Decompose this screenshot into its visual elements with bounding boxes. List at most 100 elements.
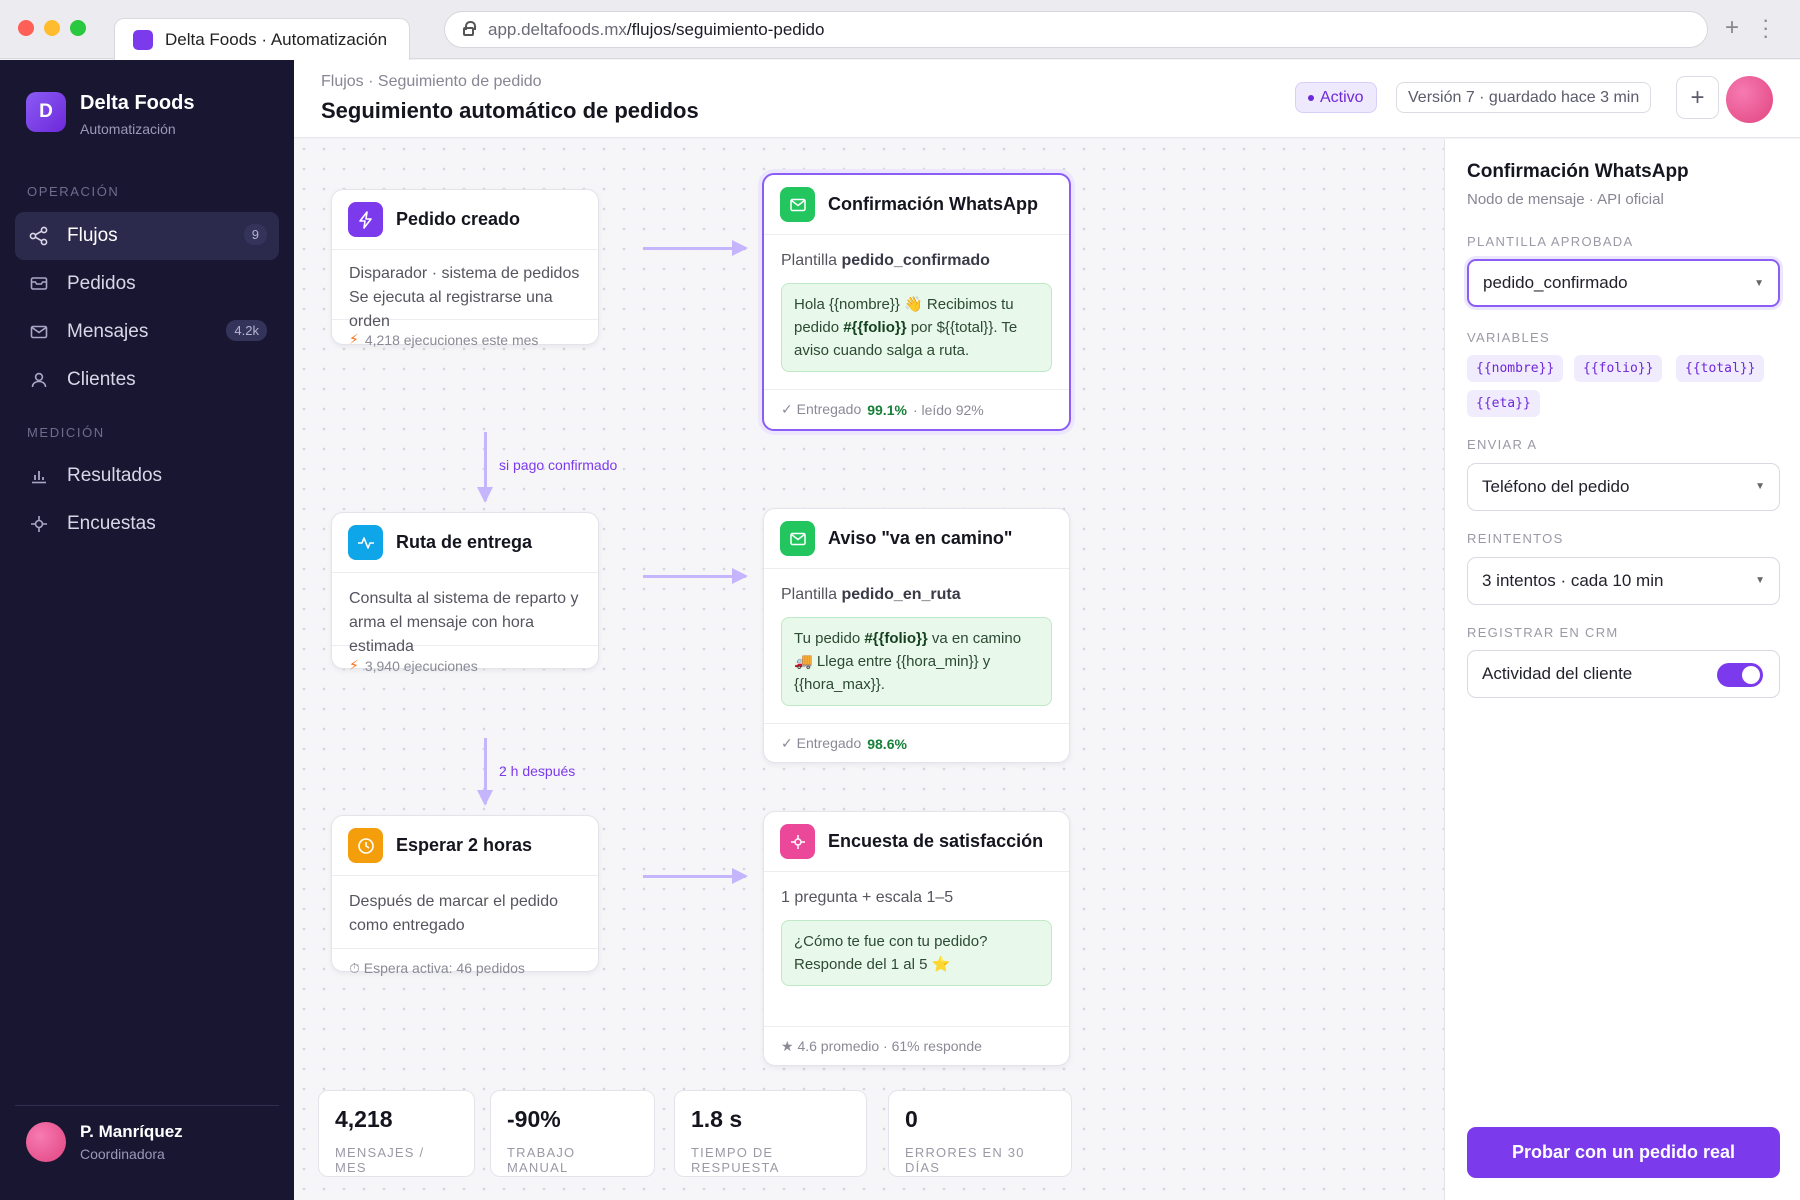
node-text: Consulta al sistema de reparto y arma el…	[349, 590, 579, 655]
stat-card: 0 ERRORES EN 30 DÍAS	[888, 1090, 1072, 1177]
brand-name: Delta Foods	[80, 92, 195, 114]
template-line: Plantilla pedido_en_ruta	[781, 583, 1052, 607]
avatar[interactable]	[1726, 76, 1773, 123]
node-header: Aviso "va en camino"	[764, 509, 1069, 569]
status-label: Activo	[1320, 88, 1364, 106]
sidebar-item-label: Flujos	[67, 225, 118, 246]
chevron-down-icon: ▼	[1755, 481, 1765, 492]
avatar	[26, 1122, 66, 1162]
node-footer-text: 3,940 ejecuciones	[364, 657, 478, 674]
sidebar-item-pedidos[interactable]: Pedidos	[15, 260, 279, 308]
clock-icon	[348, 828, 383, 863]
panel-subtitle: Nodo de mensaje · API oficial	[1467, 191, 1664, 208]
template-select[interactable]: pedido_confirmado ▼	[1467, 259, 1780, 307]
nav-section-operacion: OPERACIÓN	[27, 184, 120, 199]
field-label: REINTENTOS	[1467, 531, 1564, 546]
node-body: Plantilla pedido_confirmado Hola {{nombr…	[764, 235, 1069, 389]
chevron-down-icon: ▼	[1754, 278, 1764, 289]
delivered-label: ✓ Entregado	[781, 735, 862, 751]
target-icon	[780, 824, 815, 859]
user-role: Coordinadora	[80, 1146, 165, 1162]
node-body: Plantilla pedido_en_ruta Tu pedido #{{fo…	[764, 569, 1069, 723]
node-ruta-entrega[interactable]: Ruta de entrega Consulta al sistema de r…	[331, 512, 599, 674]
template-line: 1 pregunta + escala 1–5	[781, 889, 954, 906]
node-footer-text: ★ 4.6 promedio · 61% responde	[781, 1038, 982, 1054]
select-value: 3 intentos · cada 10 min	[1482, 571, 1664, 590]
sidebar-item-flujos[interactable]: Flujos 9	[15, 212, 279, 260]
add-button[interactable]: +	[1676, 76, 1719, 119]
maximize-window-button[interactable]	[70, 20, 86, 36]
version-badge[interactable]: Versión 7 · guardado hace 3 min	[1396, 82, 1652, 113]
message-preview: ¿Cómo te fue con tu pedido? Responde del…	[781, 920, 1052, 986]
browser-menu-icon[interactable]: · · ·	[1762, 9, 1769, 47]
select-value: pedido_confirmado	[1483, 273, 1628, 292]
template-prefix: Plantilla	[781, 252, 838, 269]
sidebar: D Delta Foods Automatización OPERACIÓN F…	[0, 60, 294, 1200]
message-preview: Hola {{nombre}} 👋 Recibimos tu pedido #{…	[781, 283, 1052, 372]
panel-title: Confirmación WhatsApp	[1467, 161, 1689, 182]
node-pedido-creado[interactable]: Pedido creado Disparador · sistema de pe…	[331, 189, 599, 348]
lightning-icon: ⚡	[349, 657, 359, 673]
sidebar-item-encuestas[interactable]: Encuestas	[15, 500, 279, 548]
user-name: P. Manríquez	[80, 1122, 183, 1141]
node-text: Después de marcar el pedido como entrega…	[349, 893, 559, 934]
variable-chip[interactable]: {{nombre}}	[1467, 355, 1564, 382]
close-window-button[interactable]	[18, 20, 34, 36]
share-icon	[29, 226, 49, 246]
favicon-icon	[133, 29, 153, 50]
properties-panel: Confirmación WhatsApp Nodo de mensaje · …	[1444, 139, 1800, 1200]
node-confirmacion-whatsapp[interactable]: Confirmación WhatsApp Plantilla pedido_c…	[762, 173, 1071, 431]
template-prefix: Plantilla	[781, 586, 838, 603]
stat-value: -90%	[507, 1106, 561, 1132]
delivered-rate: 99.1%	[867, 401, 907, 418]
status-badge[interactable]: Activo	[1295, 82, 1377, 113]
lightning-icon	[348, 202, 383, 237]
sidebar-item-mensajes[interactable]: Mensajes 4.2k	[15, 308, 279, 356]
lock-icon	[463, 21, 476, 36]
crm-toggle[interactable]	[1717, 663, 1763, 687]
sidebar-item-resultados[interactable]: Resultados	[15, 452, 279, 500]
node-header: Encuesta de satisfacción	[764, 812, 1069, 872]
variable-chip[interactable]: {{eta}}	[1467, 390, 1540, 417]
field-label: REGISTRAR EN CRM	[1467, 625, 1619, 640]
connector-arrow	[643, 868, 748, 884]
node-esperar[interactable]: Esperar 2 horas Después de marcar el ped…	[331, 815, 599, 976]
node-encuesta[interactable]: Encuesta de satisfacción 1 pregunta + es…	[763, 811, 1070, 1066]
test-with-real-order-button[interactable]: Probar con un pedido real	[1467, 1127, 1780, 1178]
node-title: Aviso "va en camino"	[828, 528, 1013, 548]
template-name: pedido_confirmado	[841, 252, 990, 269]
sidebar-divider	[15, 1105, 279, 1106]
field-label: VARIABLES	[1467, 330, 1550, 345]
minimize-window-button[interactable]	[44, 20, 60, 36]
message-icon	[780, 521, 815, 556]
address-bar[interactable]: app.deltafoods.mx/flujos/seguimiento-ped…	[444, 11, 1708, 48]
node-footer-text: 4,218 ejecuciones este mes	[364, 331, 539, 348]
stat-card: 1.8 s TIEMPO DE RESPUESTA	[674, 1090, 867, 1177]
stat-label: TIEMPO DE RESPUESTA	[691, 1145, 780, 1175]
edge-label: si pago confirmado	[499, 457, 618, 473]
breadcrumb[interactable]: Flujos · Seguimiento de pedido	[321, 73, 542, 91]
user-profile[interactable]: P. Manríquez Coordinadora	[26, 1122, 183, 1162]
browser-tab[interactable]: Delta Foods · Automatización	[114, 18, 410, 60]
connector-arrow	[477, 432, 493, 503]
sidebar-item-label: Mensajes	[67, 321, 149, 342]
node-title: Esperar 2 horas	[396, 835, 533, 855]
stat-card: 4,218 MENSAJES / MES	[318, 1090, 475, 1177]
flow-canvas[interactable]: Pedido creado Disparador · sistema de pe…	[294, 139, 1444, 1200]
variable-chip[interactable]: {{folio}}	[1574, 355, 1663, 382]
variable-chip[interactable]: {{total}}	[1676, 355, 1765, 382]
stat-label: ERRORES EN 30 DÍAS	[905, 1145, 1025, 1175]
sidebar-item-label: Resultados	[67, 465, 163, 486]
retries-select[interactable]: 3 intentos · cada 10 min ▼	[1467, 557, 1780, 605]
browser-chrome: Delta Foods · Automatización app.deltafo…	[0, 0, 1800, 60]
field-label: PLANTILLA APROBADA	[1467, 234, 1634, 249]
node-aviso-en-camino[interactable]: Aviso "va en camino" Plantilla pedido_en…	[763, 508, 1070, 763]
new-tab-button[interactable]: +	[1725, 14, 1739, 42]
connector-arrow	[477, 738, 493, 806]
sidebar-item-clientes[interactable]: Clientes	[15, 356, 279, 404]
message-preview: Tu pedido #{{folio}} va en camino 🚚 Lleg…	[781, 617, 1052, 706]
delivered-rate: 98.6%	[867, 735, 907, 752]
read-rate: · leído 92%	[912, 401, 984, 418]
crm-value: Actividad del cliente	[1482, 664, 1633, 683]
send-to-select[interactable]: Teléfono del pedido ▼	[1467, 463, 1780, 511]
